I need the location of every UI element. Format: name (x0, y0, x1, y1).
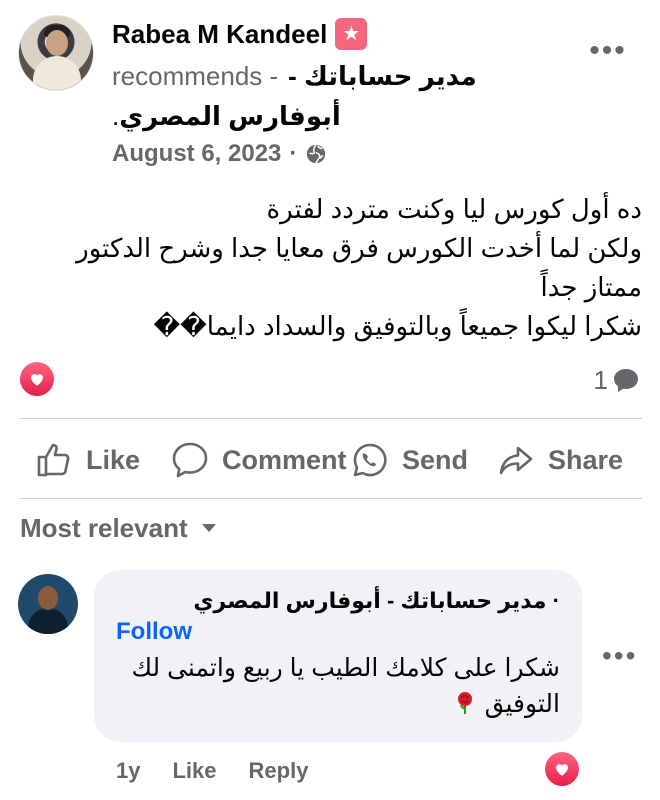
post-body: ده أول كورس ليا وكنت متردد لفترة ولكن لم… (20, 190, 642, 346)
comment-text-content: شكرا على كلامك الطيب يا ربيع واتمنى لك ا… (131, 654, 560, 718)
share-label: Share (548, 444, 624, 475)
meta-separator: · (289, 140, 298, 167)
sort-label: Most relevant (20, 512, 188, 543)
comment-actions: 1y Like Reply (116, 756, 340, 786)
comment-sort-dropdown[interactable]: Most relevant (20, 508, 218, 548)
comment-text: شكرا على كلامك الطيب يا ربيع واتمنى لك ا… (110, 650, 560, 722)
author-line: Rabea M Kandeel ★ (112, 16, 368, 52)
recommends-text: recommends - (112, 60, 279, 91)
author-name[interactable]: Rabea M Kandeel (112, 19, 327, 50)
comment-reply-button[interactable]: Reply (249, 758, 309, 784)
comment-like-button[interactable]: Like (172, 758, 216, 784)
comment-author-prefix: · (552, 588, 560, 613)
commenter-avatar[interactable] (18, 574, 78, 634)
author-avatar[interactable] (18, 15, 94, 91)
send-button[interactable]: Send (350, 432, 468, 488)
post-text-line: شكرا ليكوا جميعاً وبالتوفيق والسداد دايم… (153, 311, 642, 341)
comment-count-value: 1 (593, 364, 608, 395)
comment-bubble-icon (614, 369, 638, 392)
like-icon (37, 443, 70, 477)
recommends-line: recommends - مدير حساباتك - (112, 58, 477, 94)
divider (20, 498, 642, 499)
comment-bubble: · مدير حساباتك - أبوفارس المصري Follow ش… (94, 570, 582, 742)
heart-reaction-icon[interactable] (20, 362, 54, 396)
page-name-part2[interactable]: أبوفارس المصري (119, 101, 341, 132)
post-date[interactable]: August 6, 2023 (112, 140, 281, 168)
page-name-part1[interactable]: مدير حساباتك - (288, 61, 477, 92)
post-meta: August 6, 2023 · (112, 138, 327, 170)
star-badge-icon: ★ (335, 18, 368, 50)
post-text-line: ولكن لما أخدت الكورس فرق معايا جدا وشرح … (76, 233, 642, 302)
post-actions: Like Comment Send Share (20, 432, 642, 488)
send-label: Send (402, 444, 469, 475)
reactions-summary: 1 (20, 360, 640, 400)
comment-time[interactable]: 1y (116, 758, 140, 784)
like-button[interactable]: Like (34, 432, 140, 488)
like-label: Like (86, 444, 141, 475)
page-name-line: أبوفارس المصري. (112, 98, 341, 134)
follow-button[interactable]: Follow (116, 618, 192, 646)
commenter-name[interactable]: · مدير حساباتك - أبوفارس المصري (193, 588, 560, 614)
share-icon (499, 446, 533, 475)
rose-icon (457, 692, 472, 714)
page-name-end: . (112, 100, 120, 131)
share-button[interactable]: Share (496, 432, 623, 488)
post-more-options-button[interactable]: ••• (586, 36, 630, 66)
caret-down-icon (201, 524, 216, 532)
comment-heart-reaction-icon[interactable] (545, 752, 579, 786)
comment-label: Comment (222, 444, 347, 475)
comment-count[interactable]: 1 (594, 360, 640, 400)
comment-author-name: مدير حساباتك - أبوفارس المصري (193, 588, 547, 613)
post-text-line: ده أول كورس ليا وكنت متردد لفترة (266, 194, 642, 224)
divider (20, 418, 642, 419)
globe-icon (307, 144, 326, 164)
comment-icon (172, 442, 208, 478)
comment-button[interactable]: Comment (170, 432, 347, 488)
whatsapp-icon (353, 443, 387, 477)
post-header: Rabea M Kandeel ★ recommends - مدير حساب… (0, 0, 660, 175)
comment-more-options-button[interactable]: ••• (602, 642, 637, 670)
